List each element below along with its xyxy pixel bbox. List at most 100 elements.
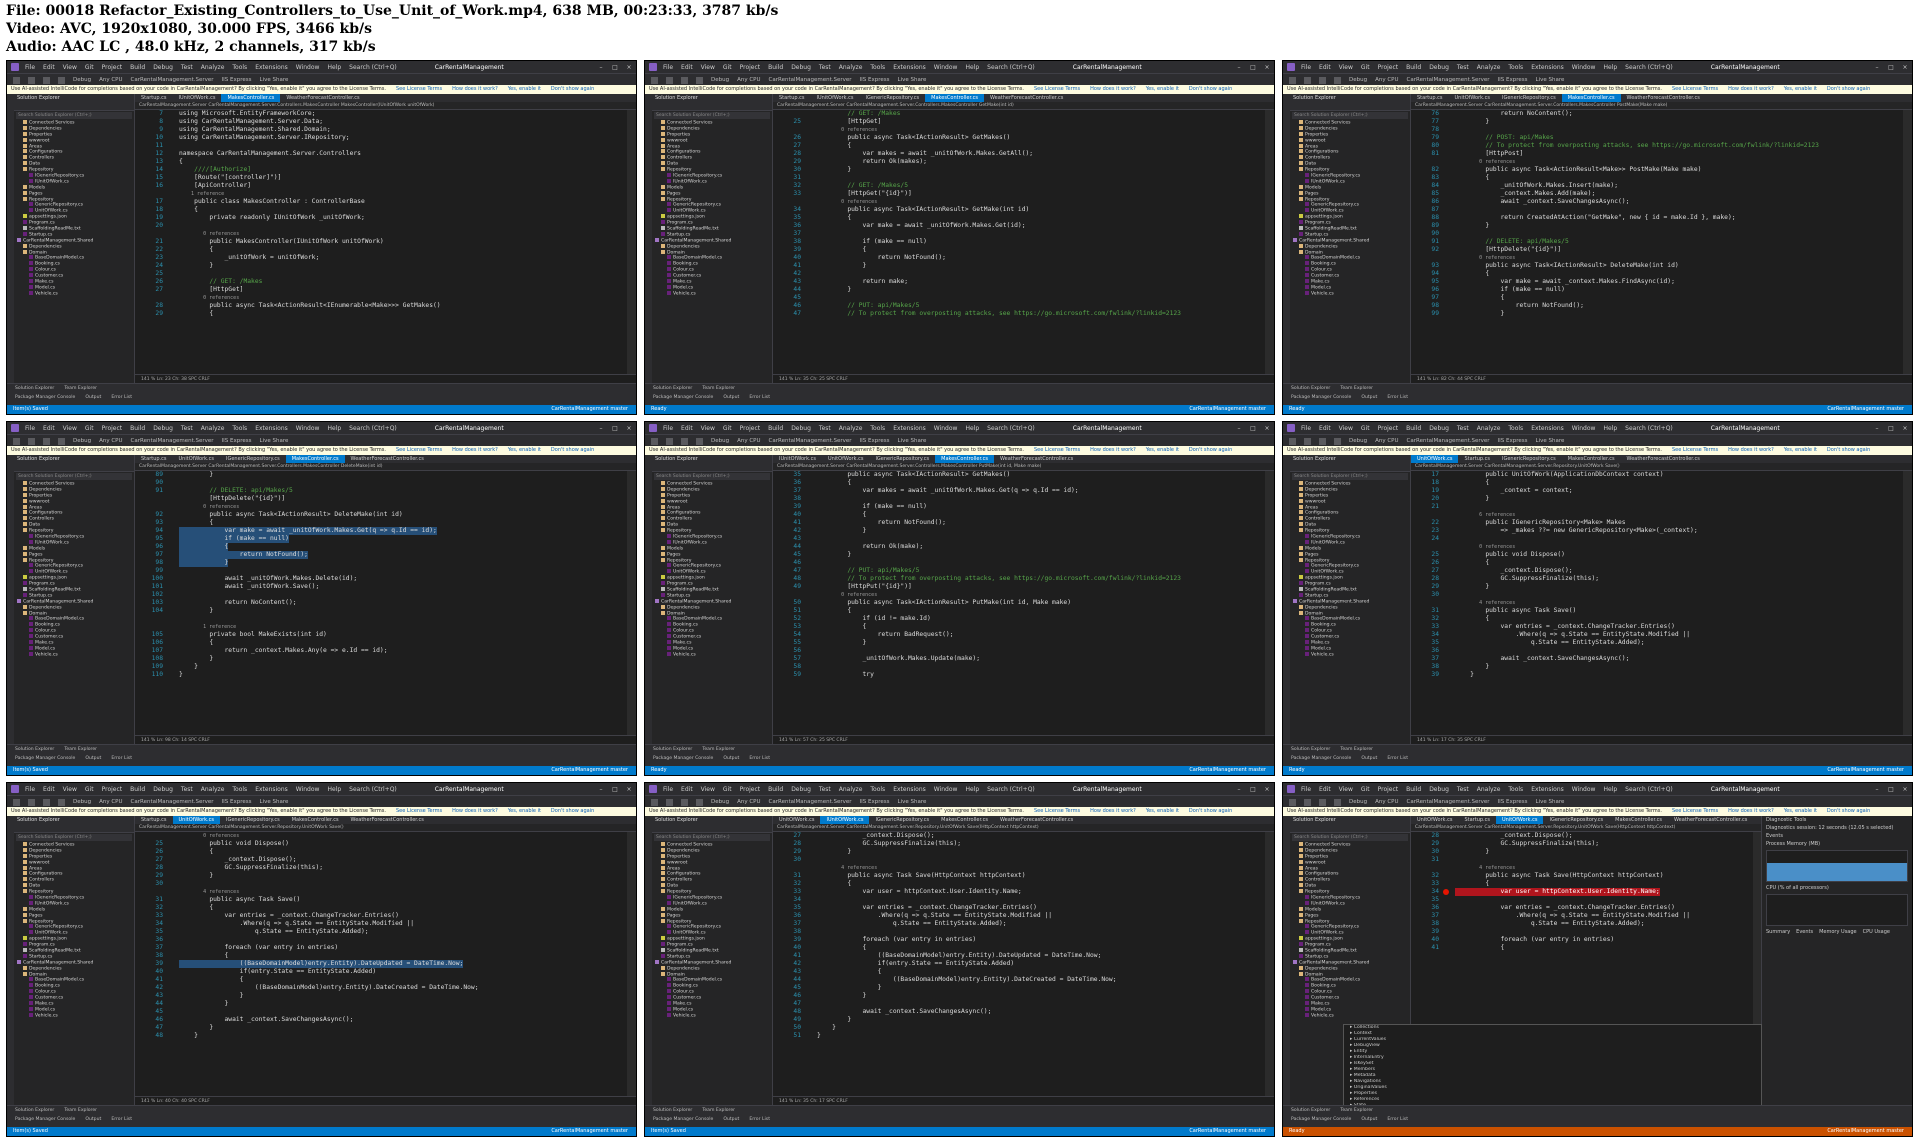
menu-view[interactable]: View <box>63 425 77 432</box>
toolbar-item[interactable]: Live Share <box>898 799 927 805</box>
toolbar-item[interactable]: CarRentalManagement.Server <box>131 799 214 805</box>
code-line[interactable]: 39 { <box>773 246 1264 254</box>
tab-startup-cs[interactable]: Startup.cs <box>135 94 173 102</box>
close-icon[interactable]: × <box>622 786 636 793</box>
code-line[interactable]: 42 if(entry.State == EntityState.Added) <box>773 960 1264 968</box>
menu-git[interactable]: Git <box>1361 786 1370 793</box>
toolbar-item[interactable]: Live Share <box>1536 77 1565 83</box>
repo-name[interactable]: CarRentalManagement <box>1827 406 1886 412</box>
code-line[interactable]: 36 <box>1411 647 1902 655</box>
menu-edit[interactable]: Edit <box>43 786 55 793</box>
infobar-link[interactable]: Yes, enable it <box>1146 86 1179 92</box>
menu-window[interactable]: Window <box>296 786 320 793</box>
menu-window[interactable]: Window <box>296 425 320 432</box>
toolbar-button-icon[interactable] <box>696 437 703 445</box>
toolbar-button-icon[interactable] <box>651 798 658 806</box>
code-line[interactable]: 0 references <box>135 832 626 840</box>
code-line[interactable]: 23 _unitOfWork = unitOfWork; <box>135 254 626 262</box>
code-line[interactable]: 38 if (make == null) <box>773 238 1264 246</box>
code-line[interactable]: 4 references <box>1411 599 1902 607</box>
infobar-link[interactable]: Yes, enable it <box>1146 447 1179 453</box>
toolbar-item[interactable]: Any CPU <box>737 438 760 444</box>
code-line[interactable]: 27 { <box>773 142 1264 150</box>
navigation-bar[interactable]: CarRentalManagement.Server CarRentalMana… <box>1411 824 1762 832</box>
solution-explorer-search[interactable]: Search Solution Explorer (Ctrl+;) <box>1292 834 1408 841</box>
close-icon[interactable]: × <box>622 425 636 432</box>
repo-name[interactable]: CarRentalManagement <box>1827 767 1886 773</box>
search-input[interactable]: Search (Ctrl+Q) <box>987 425 1035 432</box>
code-line[interactable]: 24 } <box>135 262 626 270</box>
infobar-link[interactable]: How does it work? <box>1090 86 1136 92</box>
code-line[interactable]: 30 } <box>1411 848 1752 856</box>
menu-window[interactable]: Window <box>934 786 958 793</box>
panel-tab[interactable]: Output <box>1361 756 1377 761</box>
menu-help[interactable]: Help <box>1603 425 1617 432</box>
toolbar-button-icon[interactable] <box>1289 798 1296 806</box>
menu-help[interactable]: Help <box>965 64 979 71</box>
code-line[interactable]: 44 } <box>773 286 1264 294</box>
code-line[interactable]: 30 <box>135 880 626 888</box>
toolbar-item[interactable]: CarRentalManagement.Server <box>1407 77 1490 83</box>
code-line[interactable]: 45 } <box>773 984 1264 992</box>
toolbar-button-icon[interactable] <box>696 798 703 806</box>
code-line[interactable]: 40 { <box>773 511 1264 519</box>
code-line[interactable]: 89 } <box>135 471 626 479</box>
menu-analyze[interactable]: Analyze <box>201 425 225 432</box>
code-line[interactable]: 95 if (make == null) <box>135 535 626 543</box>
tab-startup-cs[interactable]: Startup.cs <box>135 455 173 463</box>
menu-build[interactable]: Build <box>1406 425 1421 432</box>
code-line[interactable]: 40 { <box>773 944 1264 952</box>
menu-edit[interactable]: Edit <box>43 64 55 71</box>
panel-tab[interactable]: Team Explorer <box>1340 1108 1373 1113</box>
menu-git[interactable]: Git <box>723 425 732 432</box>
infobar-link[interactable]: How does it work? <box>1728 808 1774 814</box>
infobar-link[interactable]: Yes, enable it <box>1784 808 1817 814</box>
tab-makescontroller-cs[interactable]: MakesController.cs <box>286 816 345 824</box>
tree-item[interactable]: Vehicle.cs <box>14 651 134 658</box>
menu-debug[interactable]: Debug <box>1429 425 1449 432</box>
tab-unitofwork-cs[interactable]: UnitOfWork.cs <box>173 455 220 463</box>
maximize-icon[interactable]: □ <box>1246 425 1260 432</box>
menu-build[interactable]: Build <box>1406 64 1421 71</box>
menu-window[interactable]: Window <box>1572 64 1596 71</box>
code-line[interactable]: 1 reference <box>135 190 626 198</box>
code-line[interactable]: 37 var makes = await _unitOfWork.Makes.G… <box>773 487 1264 495</box>
panel-tab[interactable]: Solution Explorer <box>1291 747 1330 752</box>
code-line[interactable]: 29 return Ok(makes); <box>773 158 1264 166</box>
code-line[interactable]: 56 <box>773 647 1264 655</box>
infobar-link[interactable]: See License Terms <box>1034 447 1080 453</box>
code-line[interactable]: [HttpDelete("{id}")] <box>135 495 626 503</box>
toolbar-button-icon[interactable] <box>666 76 673 84</box>
menu-test[interactable]: Test <box>819 786 831 793</box>
infobar-link[interactable]: Don't show again <box>1189 808 1232 814</box>
toolbar-button-icon[interactable] <box>651 76 658 84</box>
code-line[interactable]: 36 { <box>773 479 1264 487</box>
menu-test[interactable]: Test <box>181 786 193 793</box>
menu-view[interactable]: View <box>701 425 715 432</box>
menu-view[interactable]: View <box>1339 786 1353 793</box>
panel-tab[interactable]: Solution Explorer <box>1291 386 1330 391</box>
code-line[interactable]: 49 } <box>773 1016 1264 1024</box>
panel-tab[interactable]: Error List <box>111 756 132 761</box>
solution-explorer-search[interactable]: Search Solution Explorer (Ctrl+;) <box>1292 112 1408 119</box>
infobar-link[interactable]: Yes, enable it <box>508 447 541 453</box>
toolbar-item[interactable]: IIS Express <box>1498 77 1528 83</box>
tree-item[interactable]: Vehicle.cs <box>652 1012 772 1019</box>
menu-test[interactable]: Test <box>1457 425 1469 432</box>
toolbar-button-icon[interactable] <box>28 798 35 806</box>
code-line[interactable]: 46 // PUT: api/Makes/5 <box>773 302 1264 310</box>
close-icon[interactable]: × <box>1260 425 1274 432</box>
panel-tab[interactable]: Solution Explorer <box>15 386 54 391</box>
tab-igenericrepository-cs[interactable]: IGenericRepository.cs <box>1496 94 1562 102</box>
code-line[interactable]: 14 ////[Authorize] <box>135 166 626 174</box>
code-line[interactable]: 35 <box>1411 896 1752 904</box>
search-input[interactable]: Search (Ctrl+Q) <box>987 64 1035 71</box>
menu-test[interactable]: Test <box>1457 64 1469 71</box>
menu-build[interactable]: Build <box>130 64 145 71</box>
code-line[interactable]: 90 <box>1411 230 1902 238</box>
toolbar-item[interactable]: Live Share <box>1536 799 1565 805</box>
code-line[interactable]: 26 { <box>1411 559 1902 567</box>
code-line[interactable]: 91 // DELETE: api/Makes/5 <box>1411 238 1902 246</box>
code-line[interactable]: 40 foreach (var entry in entries) <box>1411 936 1752 944</box>
solution-explorer-search[interactable]: Search Solution Explorer (Ctrl+;) <box>16 112 132 119</box>
